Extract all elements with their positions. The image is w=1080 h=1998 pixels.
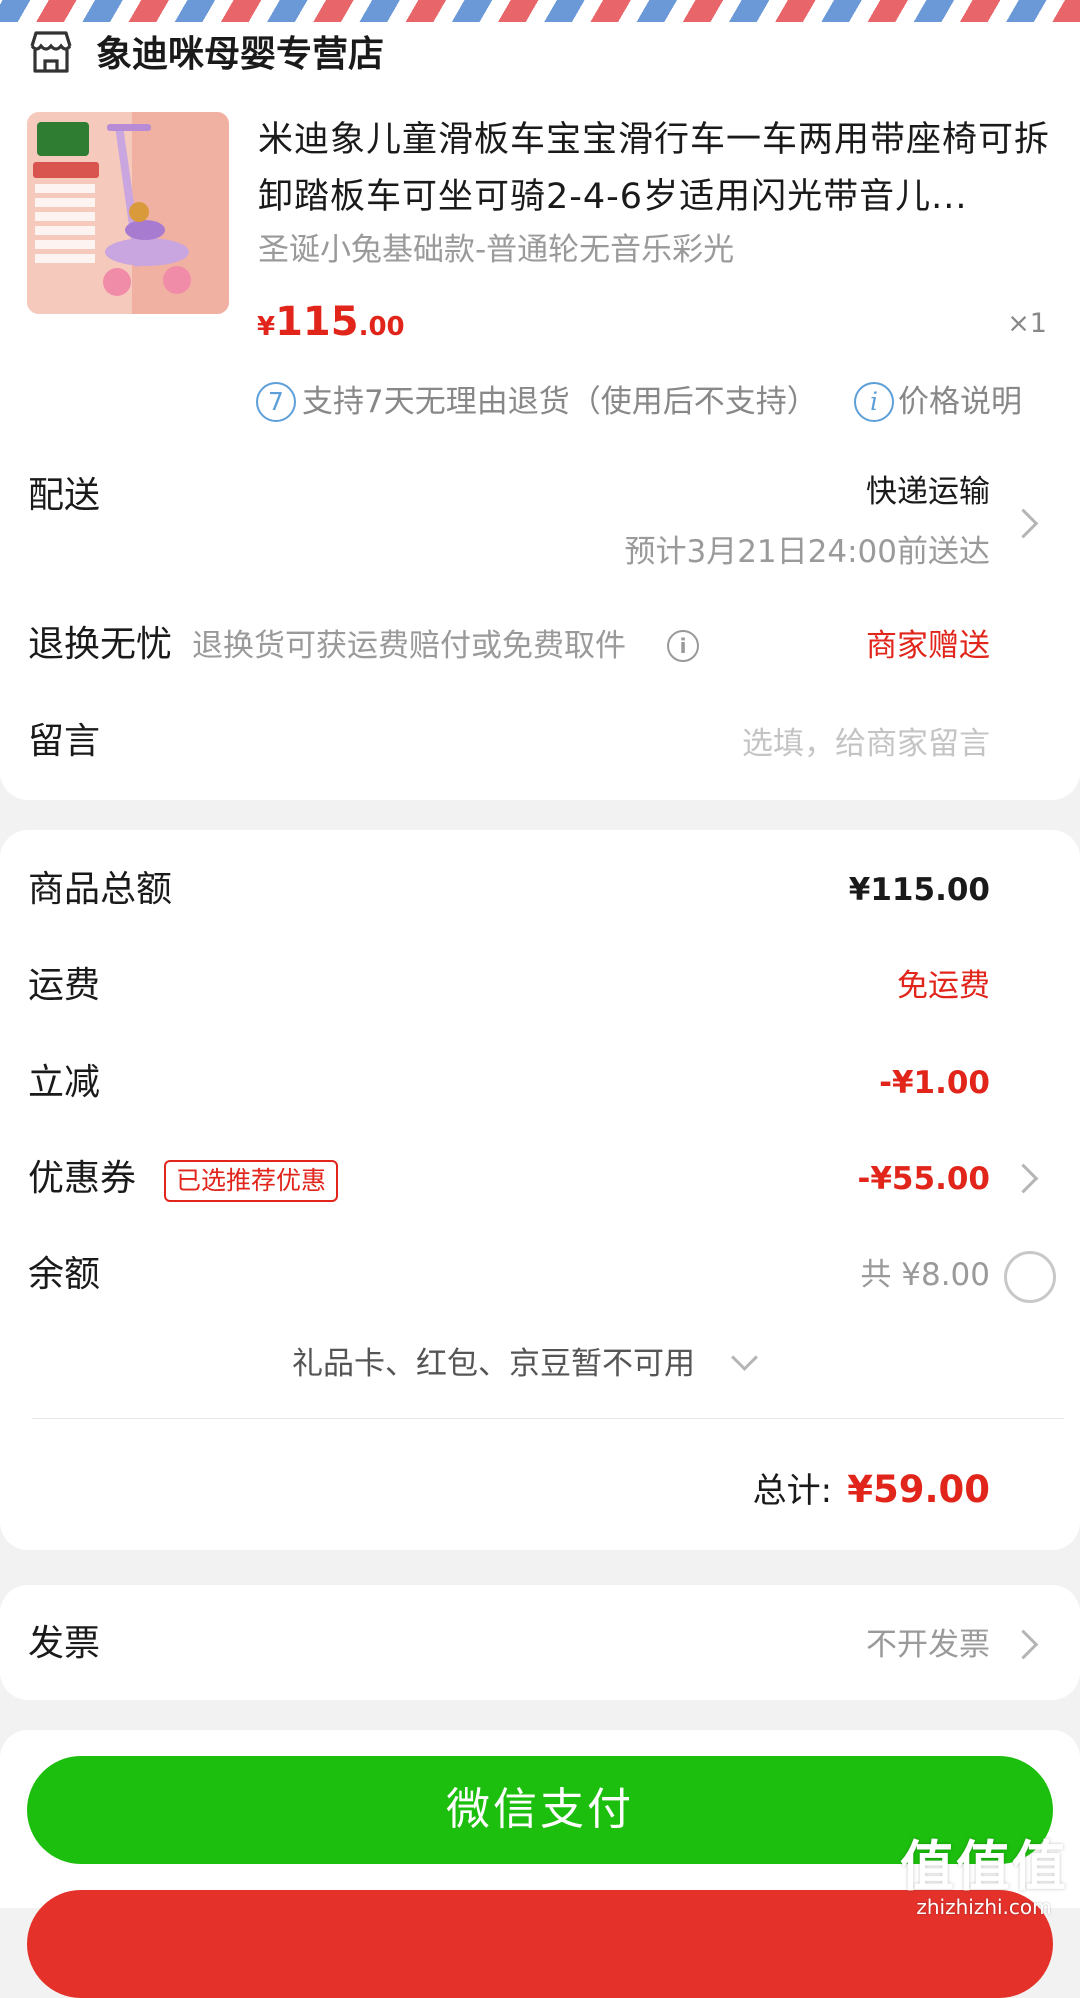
scooter-image (27, 112, 229, 314)
price-explanation-link[interactable]: 价格说明 (898, 380, 1022, 424)
instant-discount-value: -¥1.00 (879, 1065, 990, 1101)
message-input[interactable]: 选填，给商家留言 (742, 722, 990, 766)
price-decimal: .00 (358, 312, 405, 342)
watermark-url: zhizhizhi.com (916, 1895, 1052, 1919)
shop-name[interactable]: 象迪咪母婴专营店 (96, 32, 384, 78)
return-worry-label: 退换无忧 (28, 624, 173, 665)
price-symbol: ¥ (257, 312, 276, 342)
balance-radio[interactable] (1004, 1251, 1056, 1303)
instant-discount-label: 立减 (28, 1062, 101, 1103)
summary-divider (32, 1418, 1064, 1419)
balance-label: 余额 (28, 1254, 101, 1295)
product-title[interactable]: 米迪象儿童滑板车宝宝滑行车一车两用带座椅可拆卸踏板车可坐可骑2-4-6岁适用闪光… (258, 112, 1053, 226)
delivery-label: 配送 (28, 475, 101, 516)
coupon-recommended-tag: 已选推荐优惠 (164, 1160, 339, 1202)
site-watermark: 值值值 zhizhizhi.com (900, 1822, 1068, 1919)
coupon-label: 优惠券 (28, 1158, 137, 1199)
seven-day-return-icon: 7 (256, 382, 296, 422)
product-quantity: ×1 (1007, 308, 1047, 339)
delivery-method[interactable]: 快递运输 (866, 470, 990, 514)
shipping-label: 运费 (28, 965, 101, 1006)
product-variant: 圣诞小兔基础款-普通轮无音乐彩光 (258, 232, 735, 268)
goods-total-label: 商品总额 (28, 869, 173, 910)
product-thumbnail[interactable] (27, 112, 229, 314)
unavailable-payment-toggle[interactable]: 礼品卡、红包、京豆暂不可用 (292, 1342, 695, 1386)
delivery-eta: 预计3月21日24:00前送达 (624, 534, 990, 570)
balance-value: 共 ¥8.00 (860, 1257, 990, 1293)
message-label: 留言 (28, 721, 101, 762)
airmail-stripe-decoration (0, 0, 1080, 22)
coupon-value[interactable]: -¥55.00 (858, 1157, 991, 1201)
price-integer: 115 (275, 299, 359, 345)
goods-total-value: ¥115.00 (848, 872, 990, 908)
unavailable-payment-text: 礼品卡、红包、京豆暂不可用 (292, 1346, 695, 1382)
total-value: ¥59.00 (847, 1468, 990, 1511)
return-worry-value: 商家赠送 (866, 628, 990, 664)
product-price: ¥115.00 (257, 297, 405, 355)
info-icon[interactable]: i (854, 382, 894, 422)
order-total: 总计: ¥59.00 (753, 1464, 990, 1523)
watermark-logo: 值值值 (900, 1835, 1068, 1898)
shipping-value: 免运费 (897, 968, 990, 1004)
info-circle-icon[interactable]: i (667, 630, 699, 662)
invoice-label: 发票 (28, 1623, 101, 1664)
return-policy-text[interactable]: 支持7天无理由退货（使用后不支持） (302, 380, 818, 424)
invoice-value[interactable]: 不开发票 (866, 1623, 990, 1667)
total-label: 总计: (752, 1471, 833, 1511)
shop-icon (30, 31, 72, 73)
return-worry-desc: 退换货可获运费赔付或免费取件 (192, 628, 626, 664)
